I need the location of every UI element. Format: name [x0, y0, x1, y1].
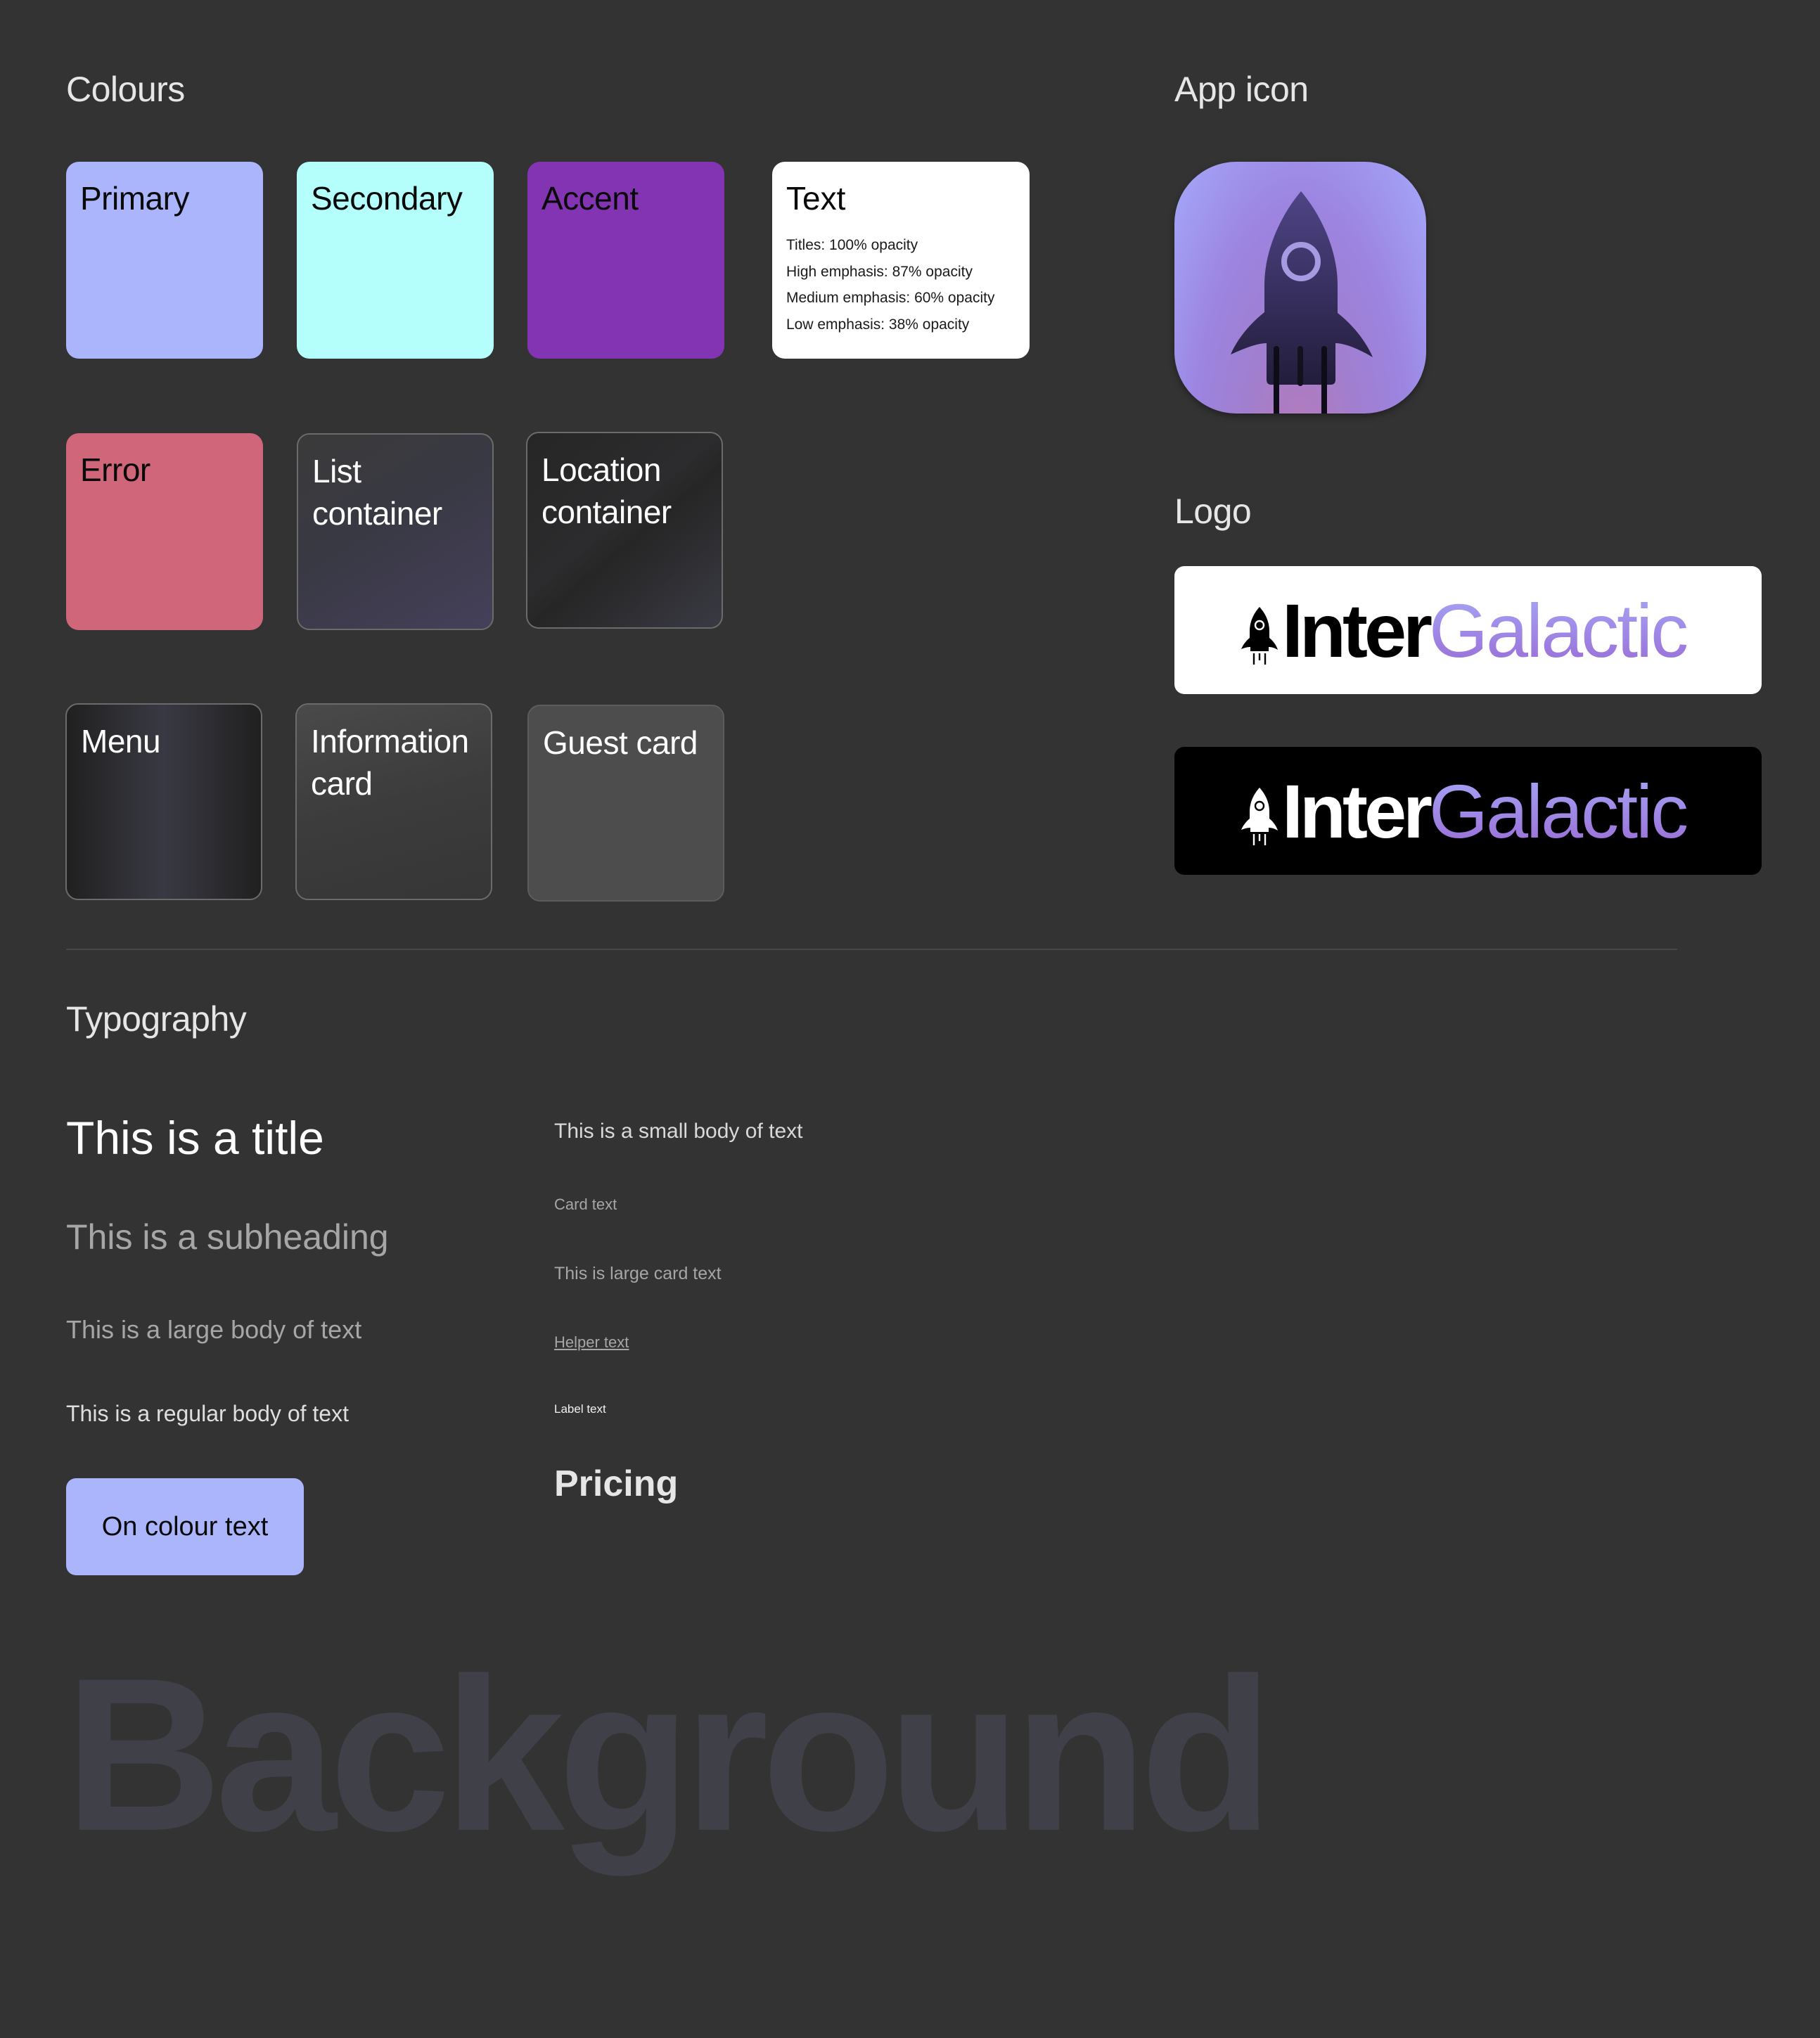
colours-heading: Colours [66, 70, 185, 109]
label-line: card [311, 765, 373, 802]
opacity-item: Low emphasis: 38% opacity [786, 316, 970, 333]
swatch-error: Error [66, 433, 263, 630]
swatch-accent: Accent [527, 162, 724, 359]
rocket-icon [1231, 191, 1373, 414]
swatch-primary: Primary [66, 162, 263, 359]
swatch-label: Error [80, 451, 150, 488]
swatch-location-container: Location container [526, 432, 723, 629]
label-line: Information [311, 723, 469, 760]
swatch-menu: Menu [65, 703, 262, 900]
sample-pricing: Pricing [554, 1463, 679, 1504]
app-icon-heading: App icon [1174, 70, 1309, 109]
swatch-list-container: List container [297, 433, 494, 630]
swatch-label: Information card [311, 720, 469, 805]
opacity-item: Titles: 100% opacity [786, 237, 918, 253]
on-colour-label: On colour text [101, 1511, 269, 1542]
sample-title: This is a title [66, 1112, 324, 1164]
sample-regular-body: This is a regular body of text [66, 1401, 349, 1426]
logo-heading: Logo [1174, 492, 1252, 531]
sample-subheading: This is a subheading [66, 1217, 389, 1257]
section-divider [66, 949, 1677, 950]
swatch-secondary: Secondary [297, 162, 494, 359]
swatch-guest-card: Guest card [527, 705, 724, 902]
on-colour-button[interactable]: On colour text [66, 1478, 304, 1575]
swatch-label: Location container [541, 449, 672, 533]
swatch-label: List container [312, 450, 442, 534]
swatch-label: Primary [80, 180, 189, 217]
swatch-label: Menu [81, 723, 161, 760]
typography-heading: Typography [66, 999, 247, 1039]
text-card-title: Text [786, 180, 846, 217]
sample-small-body: This is a small body of text [554, 1120, 803, 1143]
logo-light: Inter Galactic [1174, 566, 1762, 694]
label-line: List [312, 453, 361, 489]
logo-wordmark-galactic: Galactic [1429, 588, 1688, 673]
swatch-label: Guest card [543, 724, 698, 761]
rocket-icon [1241, 607, 1278, 665]
swatch-text: Text Titles: 100% opacity High emphasis:… [772, 162, 1030, 359]
background-label: Background [65, 1632, 1274, 1876]
logo-wordmark-inter: Inter [1282, 769, 1433, 854]
logo-wordmark-galactic: Galactic [1429, 769, 1688, 854]
swatch-label: Accent [541, 180, 639, 217]
sample-helper-text[interactable]: Helper text [554, 1333, 629, 1352]
opacity-item: High emphasis: 87% opacity [786, 263, 973, 280]
label-line: container [312, 495, 442, 532]
label-line: Location [541, 451, 661, 488]
app-icon [1174, 162, 1426, 414]
sample-large-card-text: This is large card text [554, 1264, 722, 1283]
label-line: container [541, 494, 672, 530]
sample-card-text: Card text [554, 1196, 617, 1213]
logo-dark: Inter Galactic [1174, 747, 1762, 875]
sample-label-text: Label text [554, 1402, 606, 1416]
swatch-label: Secondary [311, 180, 463, 217]
swatch-information-card: Information card [295, 703, 492, 900]
opacity-item: Medium emphasis: 60% opacity [786, 290, 995, 306]
rocket-icon [1241, 788, 1278, 845]
opacity-list: Titles: 100% opacity High emphasis: 87% … [786, 232, 994, 338]
logo-wordmark-inter: Inter [1282, 588, 1433, 673]
sample-large-body: This is a large body of text [66, 1315, 362, 1344]
